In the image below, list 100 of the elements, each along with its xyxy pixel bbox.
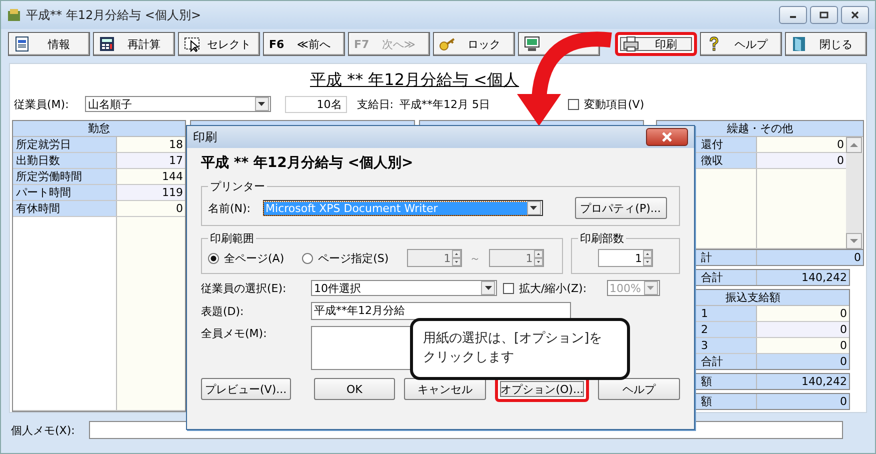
button-label: 情報	[46, 36, 71, 52]
row-label: 所定労働時間	[13, 169, 117, 184]
row-label: 出勤日数	[13, 153, 117, 168]
checkbox[interactable]	[503, 282, 514, 294]
calculator-icon	[99, 36, 115, 52]
close-icon	[661, 132, 673, 142]
page-to-spinner[interactable]: 1	[488, 249, 544, 267]
checkbox-label[interactable]: 拡大/縮小(Z):	[519, 280, 587, 296]
printer-name-label: 名前(N):	[208, 200, 251, 216]
door-icon	[791, 36, 807, 52]
radio-label[interactable]: ページ指定(S)	[318, 250, 389, 266]
tooltip-text: クリックします	[423, 349, 515, 367]
row-label: 所定就労日	[13, 137, 117, 152]
dropdown-arrow-icon	[484, 286, 492, 290]
payday-label: 支給日:	[356, 96, 394, 112]
toolbar-button[interactable]: ロック	[433, 32, 515, 56]
dialog-button[interactable]: キャンセル	[404, 378, 486, 400]
subject-label: 表題(D):	[201, 304, 245, 318]
dialog-button[interactable]: OK	[314, 378, 396, 400]
spin-arrows-icon	[452, 250, 461, 266]
all-memo-label: 全員メモ(M):	[201, 326, 268, 341]
employee-select-label: 従業員の選択(E):	[201, 280, 288, 296]
table-cell: 17	[117, 153, 185, 168]
table-cell: 0	[757, 394, 849, 409]
button-label: ヘルプ	[734, 36, 769, 52]
close-icon	[850, 11, 860, 19]
dropdown-arrow-icon	[258, 102, 266, 106]
cursor-icon	[184, 36, 200, 52]
table-cell: 0	[757, 153, 846, 168]
row-label: パート時間	[13, 185, 117, 200]
toolbar-button[interactable]: 印刷	[615, 32, 697, 56]
copies-spinner[interactable]: 1	[598, 249, 653, 267]
button-label: 再計算	[126, 36, 162, 52]
employee-dropdown[interactable]: 山名順子	[84, 96, 271, 112]
page-from-spinner[interactable]: 1	[406, 249, 462, 267]
window-title: 平成** 年12月分給与 <個人別>	[26, 6, 202, 24]
table-cell: 0	[757, 354, 849, 369]
printer-icon	[623, 36, 639, 52]
close-button[interactable]	[646, 128, 688, 146]
radio-button[interactable]	[302, 252, 314, 264]
toolbar-button[interactable]: F6 ≪前へ	[263, 32, 345, 56]
table-cell: 0	[757, 250, 863, 265]
range-separator: ～	[470, 250, 481, 266]
subject-field[interactable]: 平成**年12月分給	[311, 302, 571, 320]
radio-label[interactable]: 全ページ(A)	[224, 250, 284, 266]
checkbox-label[interactable]: 変動項目(V)	[584, 96, 644, 112]
maximize-icon	[819, 11, 829, 19]
table-cell: 0	[757, 137, 846, 152]
toolbar-button[interactable]: 再計算	[93, 32, 175, 56]
radio-button[interactable]	[208, 252, 219, 264]
table-cell: 0	[757, 306, 849, 321]
table-cell: 144	[117, 169, 185, 184]
key-icon	[439, 36, 455, 52]
table-cell: 0	[757, 338, 849, 353]
group-label: プリンター	[208, 179, 267, 194]
maximize-button[interactable]	[810, 6, 838, 24]
table-cell: 0	[757, 322, 849, 337]
table-cell: 18	[117, 137, 185, 152]
close-button[interactable]	[841, 6, 869, 24]
properties-button[interactable]: プロパティ(P)...	[574, 197, 667, 219]
dialog-button[interactable]: プレビュー(V)...	[201, 378, 291, 400]
monitor-icon	[524, 36, 540, 52]
employee-label: 従業員(M):	[14, 96, 69, 112]
function-key-label: F6	[269, 38, 284, 50]
toolbar-button[interactable]: ヘルプ	[700, 32, 782, 56]
table-cell: 0	[117, 201, 185, 216]
group-label: 印刷部数	[578, 231, 626, 246]
payday-value: 平成**年12月 5日	[400, 96, 490, 112]
dropdown-arrow-icon	[530, 206, 538, 210]
minimize-button[interactable]	[779, 6, 807, 24]
table-cell: 140,242	[757, 270, 849, 285]
spin-arrows-icon	[643, 250, 652, 266]
toolbar-button[interactable]: セレクト	[178, 32, 260, 56]
app-icon	[7, 8, 21, 22]
group-label: 印刷範囲	[208, 231, 256, 246]
table-cell: 140,242	[757, 374, 849, 389]
toolbar-button[interactable]: 閉じる	[785, 32, 867, 56]
button-label: ロック	[466, 36, 502, 52]
memo-label: 個人メモ(X):	[11, 422, 75, 438]
dialog-button[interactable]: ヘルプ	[598, 378, 680, 400]
row-label: 有休時間	[13, 201, 117, 216]
button-label: 印刷	[654, 36, 678, 52]
function-key-label: F7	[354, 38, 370, 50]
dropdown-arrow-icon	[647, 286, 654, 290]
employee-select-dropdown[interactable]: 10件選択	[311, 280, 497, 296]
spin-arrows-icon	[534, 250, 543, 266]
checkbox[interactable]	[568, 98, 579, 110]
button-label: 次へ≫	[380, 36, 416, 52]
document-icon	[14, 36, 30, 52]
table-cell: 119	[117, 185, 185, 200]
scrollbar[interactable]	[846, 137, 863, 249]
employee-count: 10名	[284, 96, 347, 112]
page-title: 平成 ** 年12月分給与 <個人	[310, 70, 520, 90]
button-label: 閉じる	[818, 36, 854, 52]
button-label: セレクト	[206, 36, 252, 52]
button-label: ≪前へ	[296, 36, 332, 52]
toolbar-button[interactable]: 情報	[8, 32, 90, 56]
tooltip-text: 用紙の選択は、[オプション]を	[423, 330, 604, 348]
dialog-title: 印刷	[193, 128, 217, 146]
column-header: 勤怠	[13, 121, 185, 137]
